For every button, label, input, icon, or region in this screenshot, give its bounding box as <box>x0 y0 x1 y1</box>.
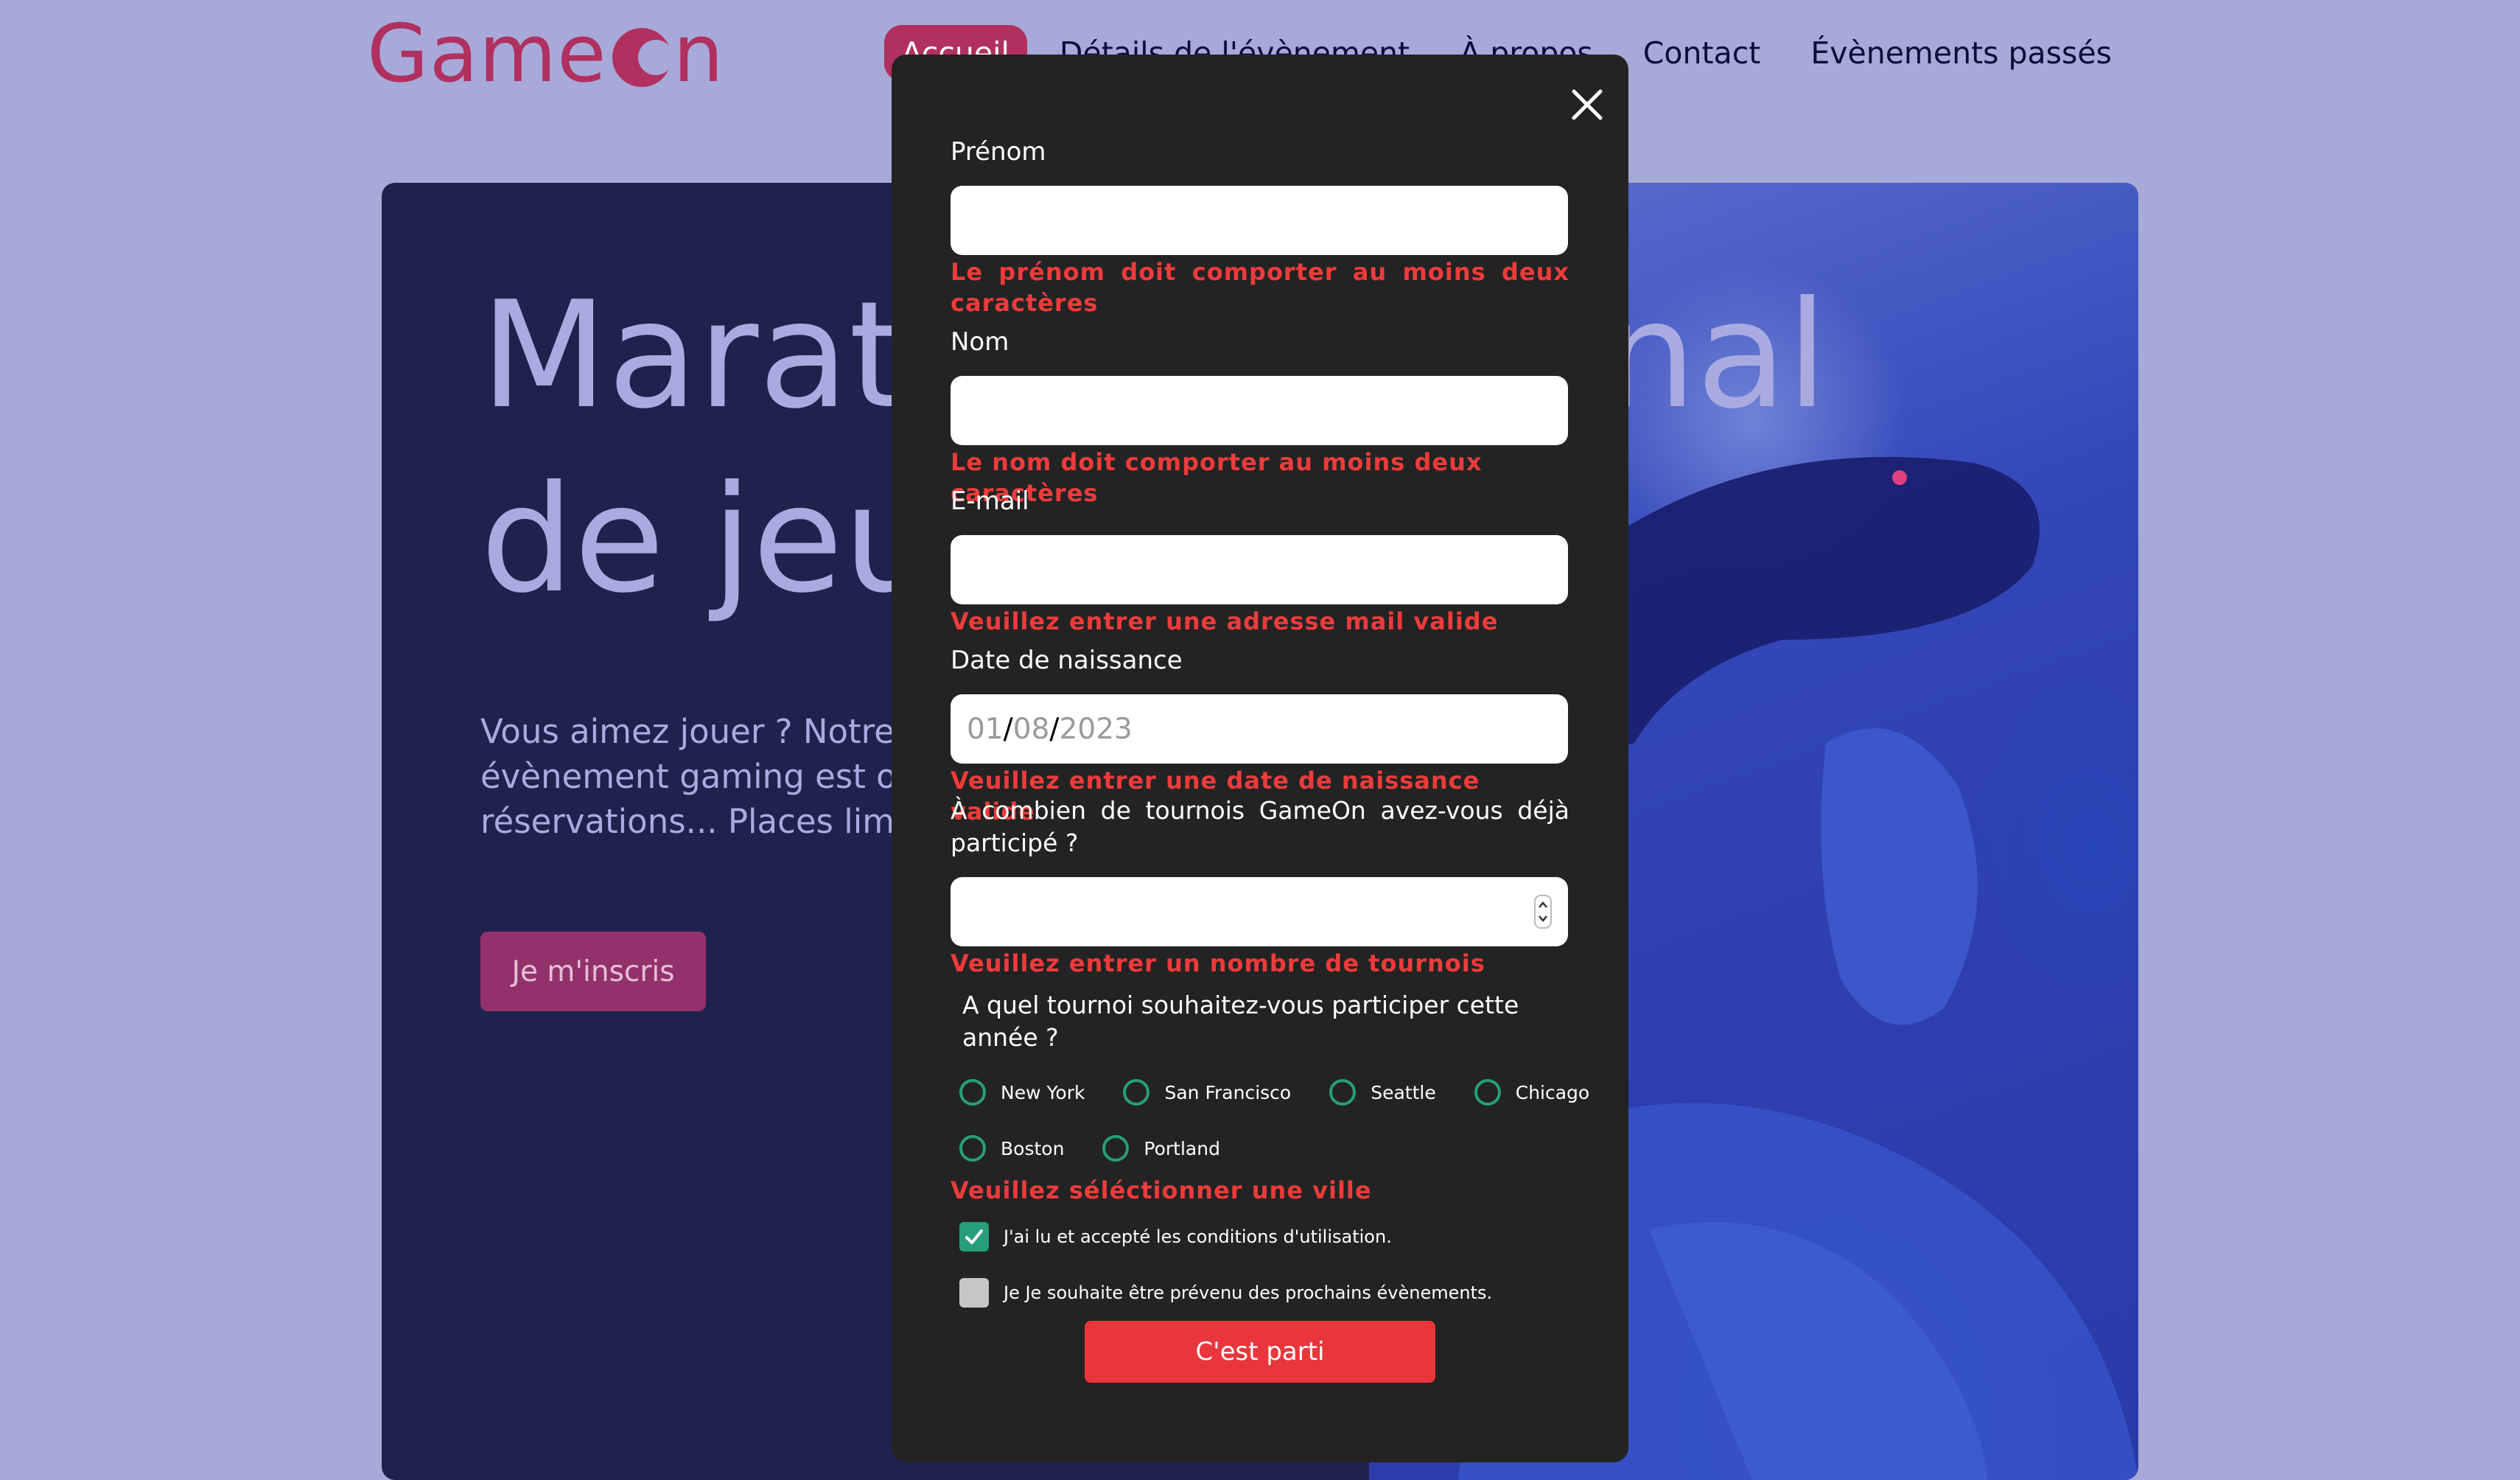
radio-label-san-francisco: San Francisco <box>1164 1081 1292 1103</box>
location-row-1: New York San Francisco Seattle Chicago <box>959 1079 1589 1106</box>
first-name-label: Prénom <box>951 137 1046 167</box>
terms-row: J'ai lu et accepté les conditions d'util… <box>959 1222 1392 1252</box>
radio-label-seattle: Seattle <box>1371 1081 1436 1103</box>
quantity-error: Veuillez entrer un nombre de tournois <box>951 949 1485 977</box>
radio-chicago[interactable] <box>1474 1079 1501 1106</box>
first-name-input[interactable] <box>951 186 1568 255</box>
last-name-input[interactable] <box>951 376 1568 445</box>
first-name-error: Le prénom doit comporter au moins deux c… <box>951 258 1569 317</box>
last-name-label: Nom <box>951 327 1009 357</box>
birthdate-day: 01 <box>967 712 1004 746</box>
email-error: Veuillez entrer une adresse mail valide <box>951 607 1499 635</box>
email-label: E-mail <box>951 486 1029 516</box>
check-icon <box>965 1229 983 1244</box>
radio-portland[interactable] <box>1102 1135 1130 1162</box>
radio-new-york[interactable] <box>959 1079 986 1106</box>
radio-boston[interactable] <box>959 1135 986 1162</box>
birthdate-label: Date de naissance <box>951 646 1183 675</box>
radio-san-francisco[interactable] <box>1123 1079 1150 1106</box>
location-error: Veuillez séléctionner une ville <box>951 1176 1372 1204</box>
newsletter-checkbox[interactable] <box>959 1278 989 1308</box>
birthdate-value[interactable]: 01/08/2023 <box>951 694 1568 764</box>
registration-modal: Prénom Le prénom doit comporter au moins… <box>892 55 1628 1462</box>
quantity-label: À combien de tournois GameOn avez-vous d… <box>951 796 1569 857</box>
radio-label-new-york: New York <box>1001 1081 1085 1103</box>
spinner-arrows-icon[interactable] <box>1534 895 1552 929</box>
submit-button[interactable]: C'est parti <box>1085 1321 1435 1383</box>
location-question: A quel tournoi souhaitez-vous participer… <box>962 991 1519 1052</box>
birthdate-year: 2023 <box>1059 712 1133 746</box>
quantity-input[interactable] <box>951 877 1568 946</box>
terms-label: J'ai lu et accepté les conditions d'util… <box>1004 1226 1392 1247</box>
newsletter-row: Je Je souhaite être prévenu des prochain… <box>959 1278 1492 1308</box>
email-input[interactable] <box>951 535 1568 604</box>
radio-seattle[interactable] <box>1329 1079 1357 1106</box>
close-icon[interactable] <box>1567 84 1608 125</box>
radio-label-boston: Boston <box>1001 1137 1065 1159</box>
birthdate-month: 08 <box>1012 712 1050 746</box>
last-name-error: Le nom doit comporter au moins deux cara… <box>951 448 1483 507</box>
location-row-2: Boston Portland <box>959 1135 1259 1162</box>
radio-label-chicago: Chicago <box>1515 1081 1590 1103</box>
terms-checkbox[interactable] <box>959 1222 989 1252</box>
newsletter-label: Je Je souhaite être prévenu des prochain… <box>1004 1282 1493 1303</box>
radio-label-portland: Portland <box>1144 1137 1220 1159</box>
